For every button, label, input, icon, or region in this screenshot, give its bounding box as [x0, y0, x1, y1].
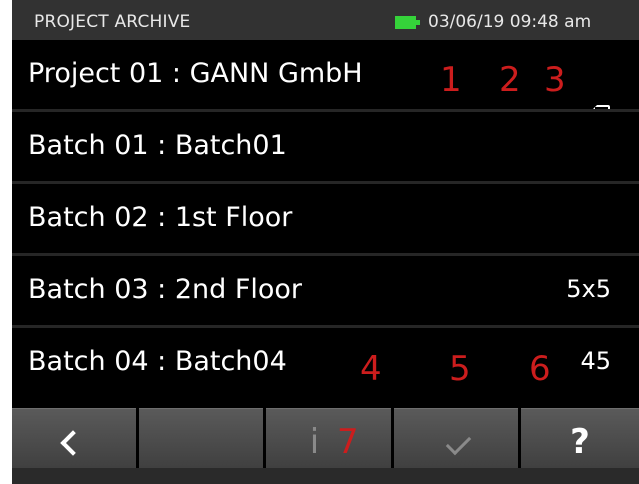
marker-4: 4	[360, 349, 382, 389]
device-screen: PROJECT ARCHIVE 03/06/19 09:48 am Projec…	[12, 0, 639, 484]
chevron-left-icon	[60, 430, 86, 456]
battery-icon	[395, 16, 420, 29]
checkmark-icon	[445, 429, 472, 456]
batch-row-03[interactable]: Batch 03 : 2nd Floor 5x5	[12, 256, 639, 325]
back-button[interactable]	[12, 408, 136, 477]
batch-label: Batch 02 : 1st Floor	[28, 202, 293, 233]
empty-button[interactable]	[139, 408, 263, 477]
question-mark-icon: ?	[570, 422, 590, 462]
help-button[interactable]: ?	[521, 408, 639, 477]
bottom-edge	[12, 468, 639, 484]
marker-1: 1	[440, 60, 462, 100]
confirm-button[interactable]	[394, 408, 518, 477]
project-label: Project 01 : GANN GmbH	[28, 58, 363, 89]
datetime: 03/06/19 09:48 am	[428, 12, 592, 32]
marker-5: 5	[449, 349, 471, 389]
batch-label: Batch 03 : 2nd Floor	[28, 274, 302, 305]
batch-count-value: 45	[580, 347, 611, 375]
batch-row-02[interactable]: Batch 02 : 1st Floor	[12, 184, 639, 253]
marker-3: 3	[544, 60, 566, 100]
batch-label: Batch 01 : Batch01	[28, 130, 287, 161]
status-bar: PROJECT ARCHIVE 03/06/19 09:48 am	[12, 0, 639, 40]
screen-title: PROJECT ARCHIVE	[34, 12, 191, 32]
batch-label: Batch 04 : Batch04	[28, 346, 287, 377]
batch-grid-value: 5x5	[566, 275, 611, 303]
marker-2: 2	[499, 60, 521, 100]
marker-6: 6	[529, 349, 551, 389]
info-button[interactable]: i 7	[266, 408, 391, 477]
batch-row-01[interactable]: Batch 01 : Batch01	[12, 112, 639, 181]
marker-7: 7	[337, 422, 359, 462]
